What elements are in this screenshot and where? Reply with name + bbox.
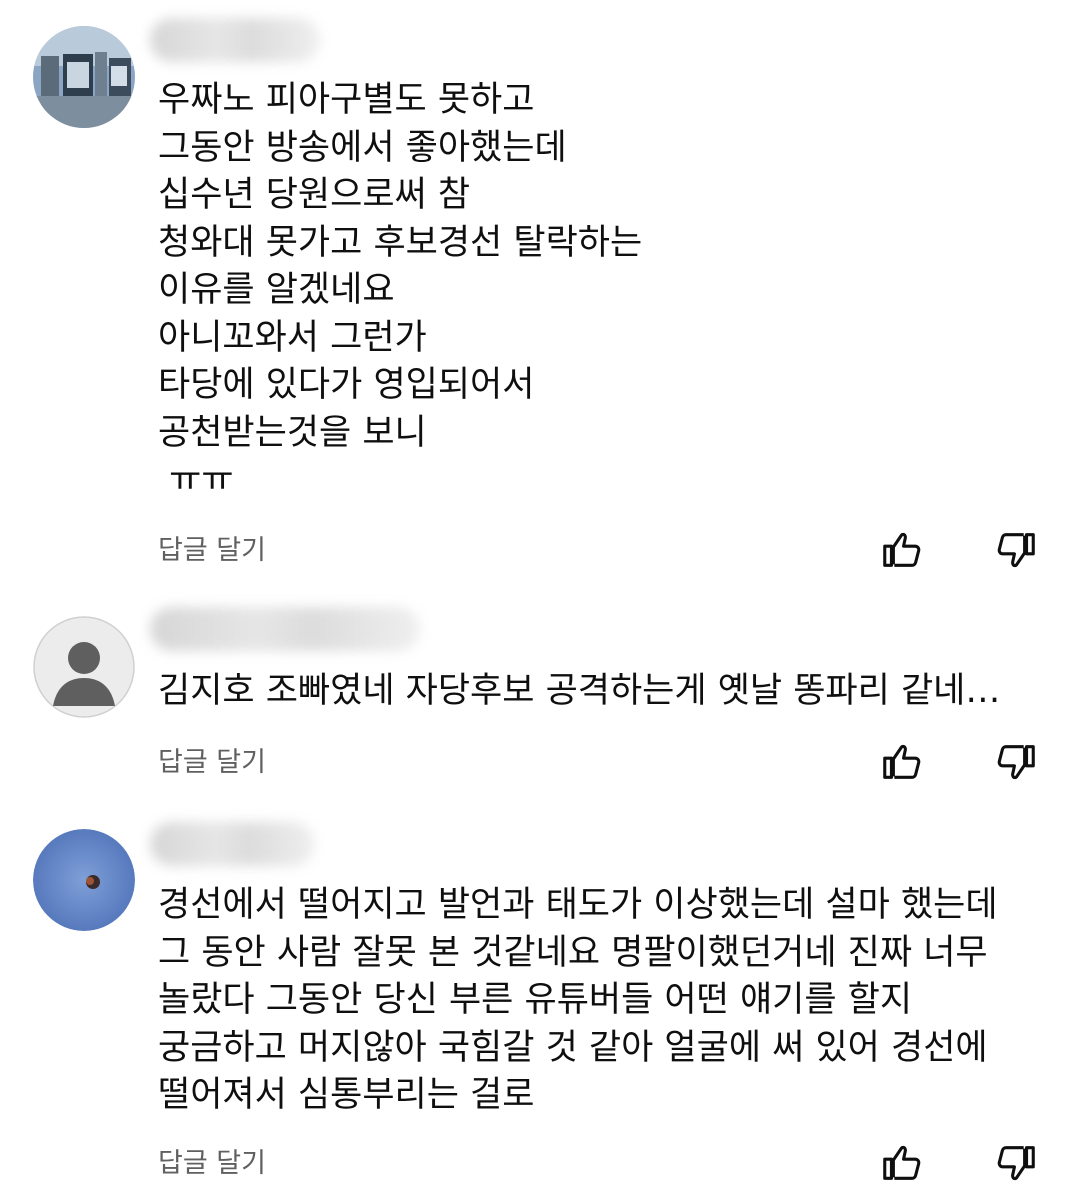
- comment-text: 경선에서 떨어지고 발언과 태도가 이상했는데 설마 했는데 그 동안 사람 잘…: [158, 885, 998, 1115]
- comment-text: 김지호 조빠였네 자당후보 공격하는게 옛날 똥파리 같네…: [158, 671, 1001, 711]
- commenter-avatar[interactable]: [33, 26, 135, 128]
- default-person-avatar-icon: [33, 616, 135, 718]
- thumbs-down-icon: [997, 1146, 1035, 1181]
- commenter-avatar[interactable]: [33, 616, 135, 718]
- commenter-avatar[interactable]: [33, 829, 135, 931]
- reply-button[interactable]: 답글 달기: [158, 1141, 266, 1180]
- thumbs-up-icon: [883, 532, 921, 567]
- reply-button[interactable]: 답글 달기: [158, 740, 266, 779]
- sky-moon-avatar-icon: [33, 829, 135, 931]
- thumbs-up-icon: [883, 1145, 921, 1180]
- photo-avatar-icon: [33, 26, 135, 128]
- comment-text: 우짜노 피아구별도 못하고 그동안 방송에서 좋아했는데 십수년 당원으로써 참…: [158, 80, 643, 500]
- dislike-button[interactable]: [993, 739, 1039, 785]
- author-name-redacted[interactable]: [150, 822, 315, 866]
- like-button[interactable]: [879, 1140, 925, 1186]
- author-name-redacted[interactable]: [150, 607, 420, 651]
- thumbs-down-icon: [997, 745, 1035, 780]
- dislike-button[interactable]: [993, 527, 1039, 573]
- thumbs-down-icon: [997, 533, 1035, 568]
- thumbs-up-icon: [883, 744, 921, 779]
- author-name-redacted[interactable]: [150, 18, 320, 62]
- reply-button[interactable]: 답글 달기: [158, 528, 266, 567]
- dislike-button[interactable]: [993, 1140, 1039, 1186]
- like-button[interactable]: [879, 739, 925, 785]
- like-button[interactable]: [879, 527, 925, 573]
